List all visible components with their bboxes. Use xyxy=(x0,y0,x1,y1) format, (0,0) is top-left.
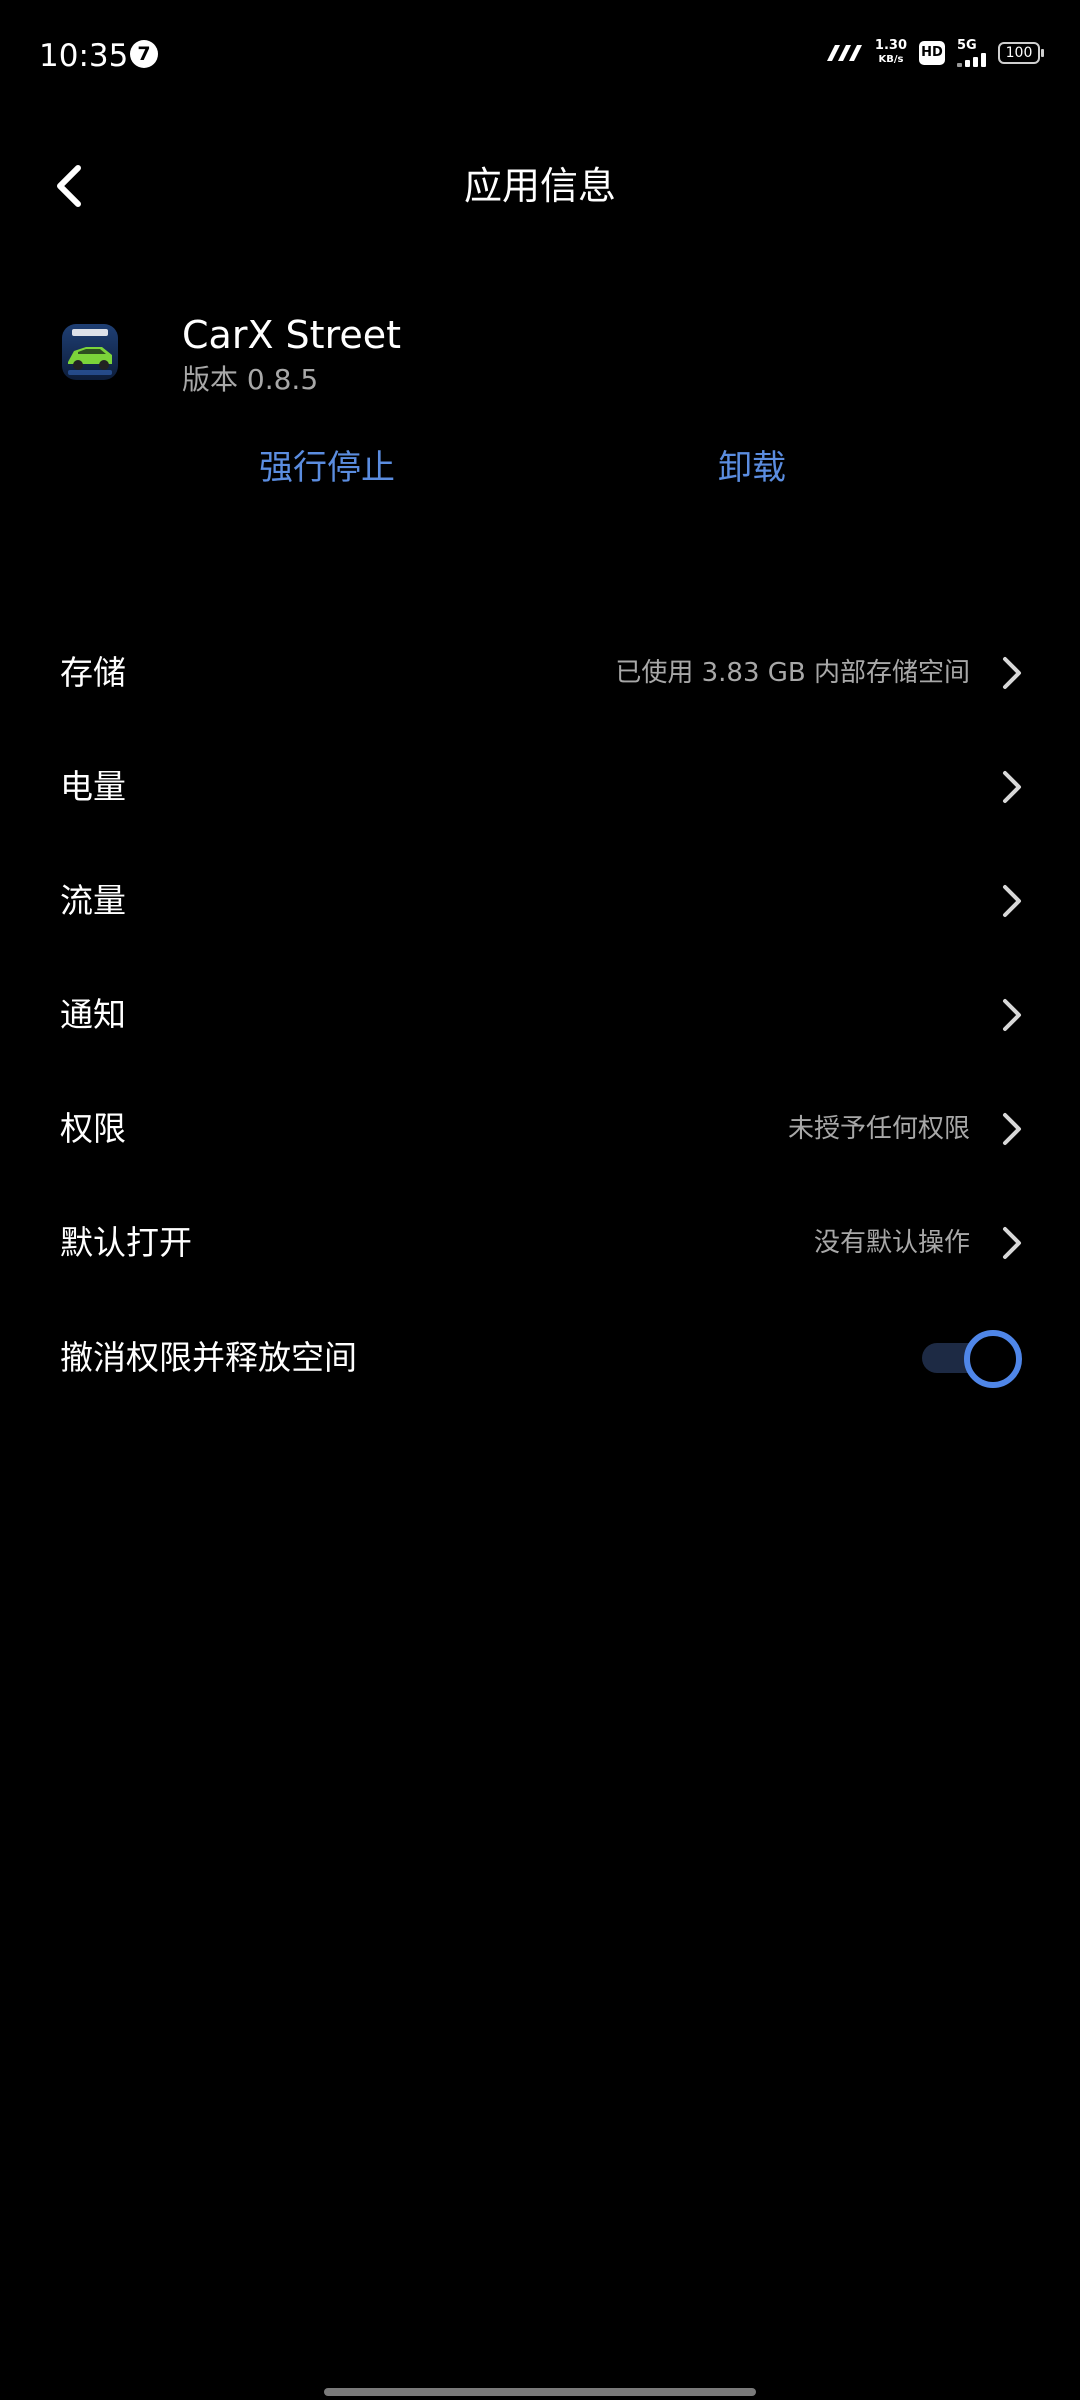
network-activity-icon xyxy=(826,45,862,61)
chevron-right-icon xyxy=(1003,1227,1021,1259)
setting-label: 权限 xyxy=(60,1109,126,1148)
carx-street-app-icon xyxy=(62,324,118,380)
chevron-right-icon xyxy=(1003,885,1021,917)
setting-label: 流量 xyxy=(60,881,126,920)
setting-label: 存储 xyxy=(60,653,126,692)
setting-remove-permissions: 撤消权限并释放空间 xyxy=(0,1300,1080,1416)
app-version: 版本 0.8.5 xyxy=(182,363,319,396)
force-stop-button[interactable]: 强行停止 xyxy=(259,440,395,496)
settings-list: 存储 已使用 3.83 GB 内部存储空间 电量 流量 通知 权限 未授予任何权… xyxy=(0,616,1080,1416)
setting-data-usage[interactable]: 流量 xyxy=(0,844,1080,958)
app-info: CarX Street 版本 0.8.5 xyxy=(0,300,1080,420)
battery-icon: 100 xyxy=(998,42,1044,64)
signal-bars-icon xyxy=(957,53,986,67)
header: 应用信息 xyxy=(0,130,1080,240)
notification-badge-icon: 7 xyxy=(130,40,158,68)
uninstall-button[interactable]: 卸载 xyxy=(718,440,786,496)
setting-label: 默认打开 xyxy=(60,1223,192,1262)
setting-open-by-default[interactable]: 默认打开 没有默认操作 xyxy=(0,1186,1080,1300)
chevron-right-icon xyxy=(1003,657,1021,689)
chevron-right-icon xyxy=(1003,999,1021,1031)
setting-storage[interactable]: 存储 已使用 3.83 GB 内部存储空间 xyxy=(0,616,1080,730)
status-bar: 10:35 7 1.30 KB/s HD 5G 100 xyxy=(0,0,1080,110)
net-speed-unit: KB/s xyxy=(878,54,904,65)
battery-level: 100 xyxy=(1005,45,1033,61)
gesture-navigation-bar[interactable] xyxy=(324,2388,756,2396)
remove-permissions-toggle[interactable] xyxy=(920,1328,1022,1388)
status-time: 10:35 xyxy=(39,38,129,74)
setting-label: 电量 xyxy=(60,767,126,806)
page-title: 应用信息 xyxy=(463,164,616,208)
app-actions: 强行停止 卸载 xyxy=(0,440,1080,500)
network-type-label: 5G xyxy=(957,38,977,53)
net-speed-value: 1.30 xyxy=(874,38,907,53)
setting-value: 未授予任何权限 xyxy=(787,1114,970,1144)
chevron-right-icon xyxy=(1003,1113,1021,1145)
setting-battery[interactable]: 电量 xyxy=(0,730,1080,844)
signal-5g-icon: 5G xyxy=(957,39,986,67)
setting-label: 撤消权限并释放空间 xyxy=(60,1338,357,1377)
setting-value: 没有默认操作 xyxy=(813,1228,970,1258)
chevron-right-icon xyxy=(1003,771,1021,803)
net-speed: 1.30 KB/s xyxy=(875,39,907,67)
toggle-knob xyxy=(964,1330,1022,1388)
status-icons: 1.30 KB/s HD 5G 100 xyxy=(825,36,1044,70)
app-name: CarX Street xyxy=(182,313,402,357)
setting-label: 通知 xyxy=(60,995,126,1034)
setting-value: 已使用 3.83 GB 内部存储空间 xyxy=(615,658,970,688)
hd-icon: HD xyxy=(919,41,945,65)
setting-notifications[interactable]: 通知 xyxy=(0,958,1080,1072)
setting-permissions[interactable]: 权限 未授予任何权限 xyxy=(0,1072,1080,1186)
